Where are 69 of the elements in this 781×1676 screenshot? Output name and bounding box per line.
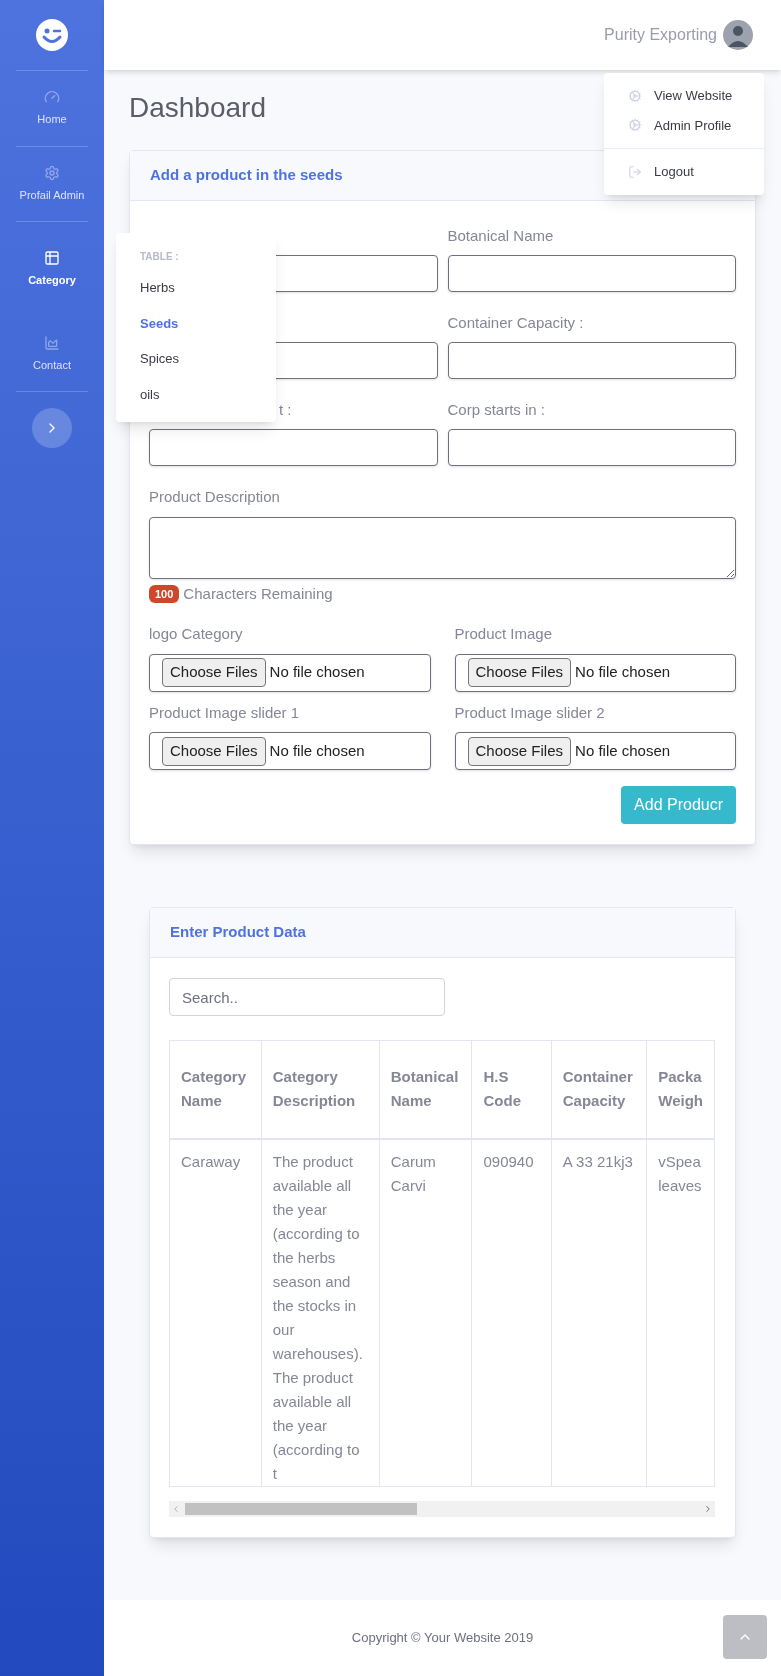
counter-text: Characters Remaining (183, 583, 333, 604)
column-header: Botanical Name (379, 1040, 472, 1139)
column-header: Category Description (261, 1040, 380, 1139)
field-label: Botanical Name (447, 227, 554, 244)
horizontal-scrollbar[interactable] (169, 1500, 715, 1517)
file-input[interactable]: Choose Files No file chosen (149, 732, 431, 770)
field-label: t : (279, 401, 292, 418)
card-title: Add a product in the seeds (150, 165, 343, 186)
dropdown-item[interactable]: Seeds (116, 305, 276, 341)
sidebar-item[interactable]: Category (0, 222, 104, 317)
logout-icon (628, 164, 642, 179)
file-status: No file chosen (575, 740, 671, 761)
table-cell: vSpea leaves (646, 1138, 715, 1486)
text-field[interactable] (149, 429, 438, 466)
table-cell: Carum Carvi (379, 1138, 472, 1486)
winking-face-logo (36, 19, 68, 51)
dropdown-item[interactable]: View Website (604, 81, 764, 111)
copyright-text: Copyright © Your Website 2019 (351, 1629, 534, 1648)
table-cell: 090940 (471, 1138, 552, 1486)
file-input[interactable]: Choose Files No file chosen (149, 653, 431, 692)
field-label: Corp starts in : (447, 401, 546, 418)
field-label: Product Image slider 1 (149, 702, 301, 723)
sidebar-item[interactable]: Contact (0, 316, 104, 391)
choose-files-button[interactable]: Choose Files (162, 658, 266, 687)
area-chart-icon (44, 334, 60, 351)
field-label: Product Image (454, 624, 554, 644)
field-label: logo Category (149, 624, 244, 644)
dropdown-item[interactable]: Logout (604, 157, 764, 187)
user-avatar[interactable] (723, 20, 753, 50)
card-title: Enter Product Data (170, 922, 306, 943)
sidebar-item[interactable]: Home (0, 71, 104, 146)
menu-heading: TABLE : (140, 251, 179, 262)
field-label: Container Capacity : (447, 314, 584, 331)
scroll-right-icon[interactable] (703, 1503, 713, 1514)
sidebar-toggle-button[interactable] (32, 408, 72, 448)
search-field[interactable]: Search.. (169, 978, 445, 1016)
table-cell: The product available all the year (according to the herbs season and the stocks in our warehouses). The product available all the year (according to t (261, 1138, 380, 1486)
table-cell: A 33 21kj3 (551, 1138, 647, 1486)
column-header: H.S Code (471, 1040, 552, 1139)
field-label: Product Description (149, 488, 280, 505)
table-cell: Caraway (169, 1138, 262, 1486)
gauge-icon (44, 89, 60, 105)
description-field[interactable] (149, 516, 736, 579)
dropdown-item[interactable]: Spices (116, 341, 276, 377)
counter-badge: 100 (149, 584, 180, 603)
settings-icon (628, 118, 642, 133)
file-status: No file chosen (575, 662, 671, 683)
dropdown-item[interactable]: Herbs (116, 270, 276, 306)
file-status: No file chosen (269, 740, 365, 761)
column-header: Category Name (169, 1040, 262, 1139)
text-field[interactable] (447, 429, 736, 466)
page-title: Dashboard (129, 91, 266, 125)
file-input[interactable]: Choose Files No file chosen (454, 732, 736, 770)
sidebar-item[interactable]: Profail Admin (0, 146, 104, 221)
settings-icon (44, 164, 60, 181)
choose-files-button[interactable]: Choose Files (162, 736, 266, 766)
settings-icon (628, 88, 642, 103)
column-header: Container Capacity (551, 1040, 647, 1139)
dropdown-item[interactable]: oils (116, 376, 276, 412)
file-status: No file chosen (269, 662, 365, 683)
text-field[interactable] (447, 342, 736, 379)
choose-files-button[interactable]: Choose Files (467, 658, 572, 687)
file-input[interactable]: Choose Files No file chosen (454, 653, 736, 692)
dropdown-item[interactable]: Admin Profile (604, 110, 764, 140)
text-field[interactable] (447, 255, 736, 292)
choose-files-button[interactable]: Choose Files (467, 736, 572, 766)
field-label: Product Image slider 2 (454, 702, 606, 723)
table-icon (44, 250, 60, 266)
column-header: Packa Weigh (646, 1040, 715, 1139)
